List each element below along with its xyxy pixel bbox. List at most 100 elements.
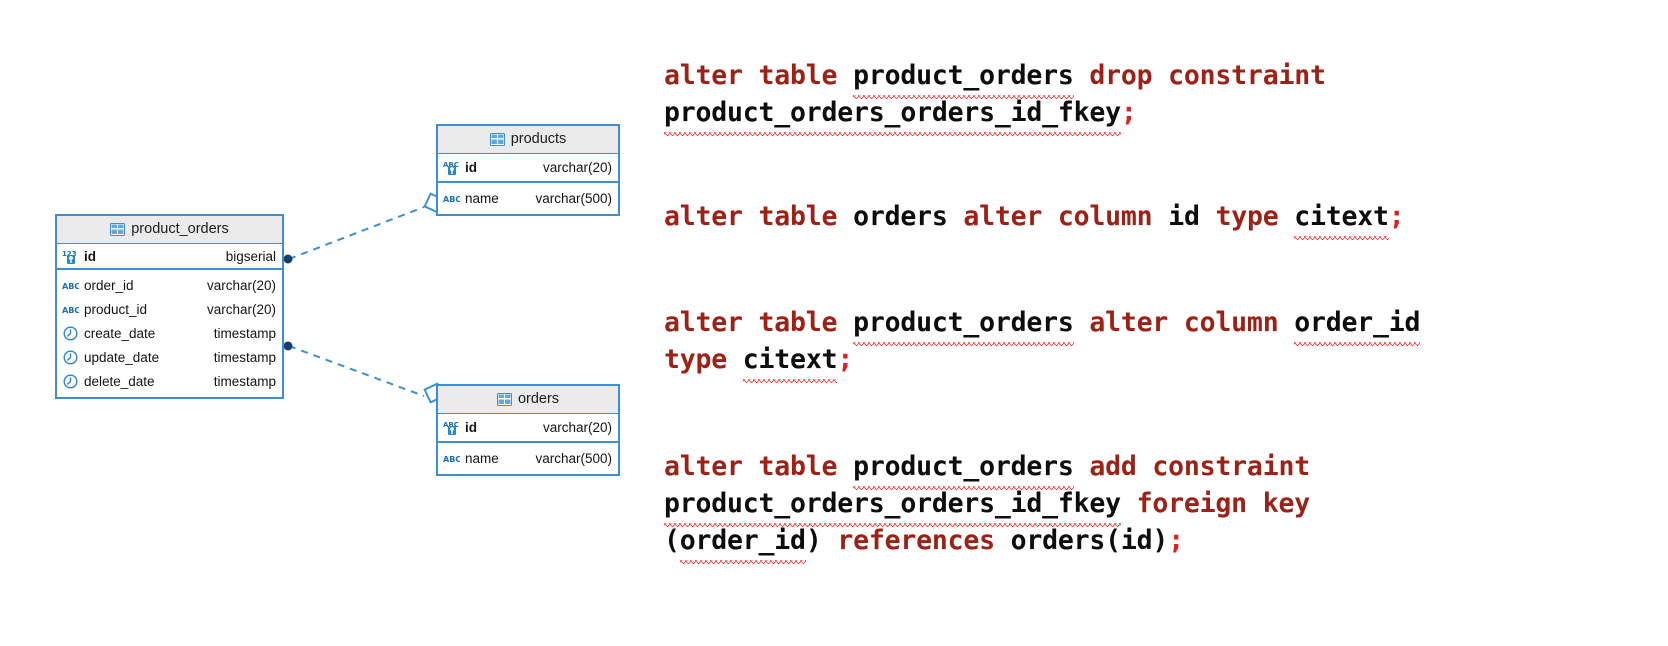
column-type: timestamp [213, 349, 276, 365]
sql-token: alter table [664, 451, 854, 482]
sql-line: product_orders_orders_id_fkey foreign ke… [664, 485, 1664, 527]
sql-line: alter table product_orders alter column … [664, 304, 1664, 346]
entity-header-product-orders: product_orders [57, 216, 282, 244]
column-name: id [465, 160, 477, 175]
entity-name: products [510, 131, 567, 148]
sql-token-misspelled: product_orders_orders_id_fkey [664, 94, 1121, 136]
sql-line: alter table product_orders drop constrai… [664, 57, 1664, 99]
column-row-create-date[interactable]: create_date timestamp [57, 321, 282, 345]
column-type: varchar(500) [535, 190, 612, 206]
sql-script-panel[interactable]: alter table product_orders drop constrai… [664, 0, 1664, 646]
sql-token: references [837, 525, 995, 556]
relationship-line-orders [288, 345, 425, 397]
abc-icon: ABC [443, 190, 461, 207]
column-type: timestamp [213, 373, 276, 389]
sql-token: orders(id) [1010, 525, 1169, 556]
column-type: varchar(20) [542, 420, 612, 435]
abc-key-icon: ABC [443, 419, 460, 436]
sql-token: alter table [664, 201, 854, 232]
sql-token: alter table [664, 307, 854, 338]
sql-token-misspelled: product_orders [853, 57, 1074, 99]
sql-token: add constraint [1089, 451, 1310, 482]
sql-token: type [664, 344, 728, 375]
entity-name: orders [517, 391, 560, 408]
sql-statement-alter-product-orders-order-id-citext[interactable]: alter table product_orders alter column … [664, 304, 1664, 383]
entity-columns-orders: ABC name varchar(500) [438, 443, 618, 474]
column-row-id[interactable]: ABC id varchar(20) [438, 154, 618, 181]
sql-token: drop constraint [1089, 60, 1326, 91]
table-icon [489, 133, 505, 146]
entity-orders[interactable]: orders ABC id varchar(20) ABC name varch… [436, 384, 620, 476]
sql-line: type citext; [664, 341, 1664, 383]
column-name: id [465, 420, 477, 435]
sql-line: (order_id) references orders(id); [664, 522, 1664, 564]
clock-icon [62, 349, 79, 366]
column-row-product-id[interactable]: ABC product_id varchar(20) [57, 297, 282, 321]
sql-statement-drop-fk-constraint[interactable]: alter table product_orders drop constrai… [664, 57, 1664, 136]
table-icon [110, 223, 126, 236]
column-name: name [465, 190, 499, 206]
er-diagram-panel: product_orders 123 id bigserial ABC orde… [0, 0, 650, 646]
relationship-line-products [288, 206, 425, 260]
sql-token-misspelled: product_orders [853, 304, 1074, 346]
entity-columns-product-orders: ABC order_id varchar(20) ABC product_id … [57, 270, 282, 397]
entity-product-orders[interactable]: product_orders 123 id bigserial ABC orde… [55, 214, 284, 399]
abc-key-icon: ABC [443, 159, 460, 176]
entity-columns-products: ABC name varchar(500) [438, 183, 618, 214]
column-type: varchar(20) [542, 160, 612, 175]
sql-token: ; [1388, 201, 1405, 232]
sql-line: alter table orders alter column id type … [664, 198, 1664, 240]
column-name: create_date [84, 325, 156, 341]
column-name: order_id [84, 277, 134, 293]
sql-token-misspelled: order_id [679, 522, 806, 564]
sql-token: ) [805, 525, 838, 556]
column-row-name[interactable]: ABC name varchar(500) [438, 446, 618, 470]
number-key-icon: 123 [62, 248, 79, 265]
column-row-order-id[interactable]: ABC order_id varchar(20) [57, 273, 282, 297]
sql-token-misspelled: order_id [1294, 304, 1420, 346]
entity-pk-block-product-orders: 123 id bigserial [57, 244, 282, 270]
entity-header-orders: orders [438, 386, 618, 414]
relationship-dot-products [283, 254, 293, 264]
sql-statement-add-fk-constraint[interactable]: alter table product_orders add constrain… [664, 448, 1664, 564]
column-row-name[interactable]: ABC name varchar(500) [438, 186, 618, 210]
column-name: name [465, 450, 499, 466]
column-type: varchar(20) [206, 301, 276, 317]
sql-token: type [1215, 201, 1279, 232]
abc-icon: ABC [62, 301, 80, 318]
entity-pk-block-products: ABC id varchar(20) [438, 154, 618, 183]
sql-token: ; [1168, 525, 1184, 556]
entity-header-products: products [438, 126, 618, 154]
sql-token: foreign key [1136, 488, 1311, 519]
sql-token: ( [664, 525, 680, 556]
entity-products[interactable]: products ABC id varchar(20) ABC name var… [436, 124, 620, 216]
sql-statement-alter-orders-id-citext[interactable]: alter table orders alter column id type … [664, 198, 1664, 240]
clock-icon [62, 373, 79, 390]
column-type: varchar(500) [535, 450, 612, 466]
column-row-update-date[interactable]: update_date timestamp [57, 345, 282, 369]
sql-line: product_orders_orders_id_fkey; [664, 94, 1664, 136]
column-name: product_id [84, 301, 148, 317]
relationship-dot-orders [283, 341, 293, 351]
svg-text:ABC: ABC [62, 282, 79, 291]
clock-icon [62, 325, 79, 342]
sql-token-misspelled: product_orders_orders_id_fkey [664, 485, 1121, 527]
column-row-id[interactable]: ABC id varchar(20) [438, 414, 618, 441]
entity-name: product_orders [131, 221, 229, 238]
sql-token-misspelled: citext [742, 341, 838, 383]
column-row-id[interactable]: 123 id bigserial [57, 244, 282, 268]
column-type: bigserial [225, 248, 276, 264]
column-type: timestamp [213, 325, 276, 341]
sql-line: alter table product_orders add constrain… [664, 448, 1664, 490]
abc-icon: ABC [443, 450, 461, 467]
column-row-delete-date[interactable]: delete_date timestamp [57, 369, 282, 393]
sql-token: ; [837, 344, 854, 375]
